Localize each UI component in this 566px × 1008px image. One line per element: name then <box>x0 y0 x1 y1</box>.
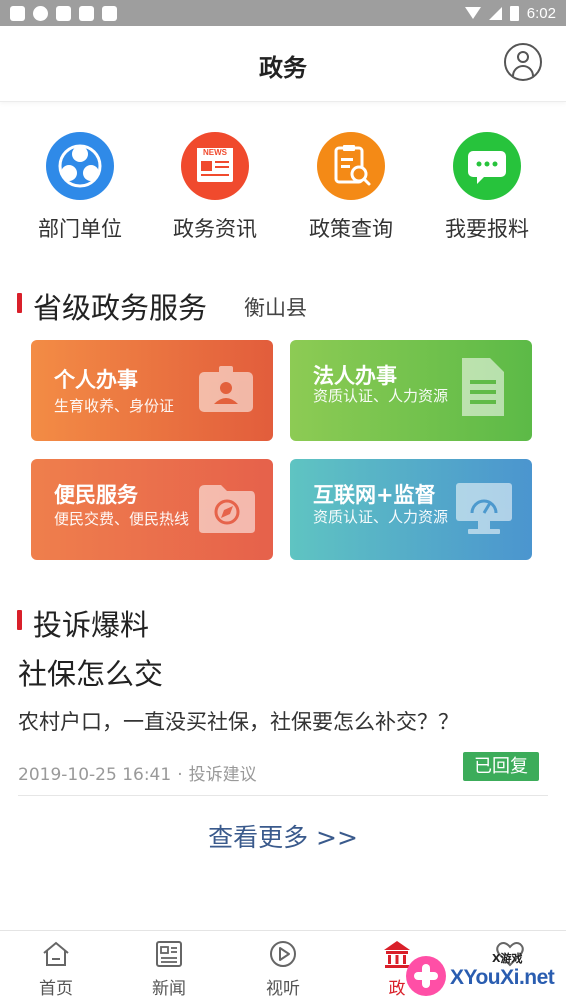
play-icon <box>268 939 298 969</box>
card-title: 个人办事 <box>54 368 138 392</box>
complaint-meta: 2019-10-25 16:41 · 投诉建议 <box>18 760 257 785</box>
meta-separator: · <box>177 765 183 785</box>
service-card-convenience[interactable]: 便民服务 便民交费、便民热线 <box>31 459 273 560</box>
home-icon <box>41 939 71 969</box>
region-selector[interactable]: 衡山县 <box>244 292 307 322</box>
app-notification-icon <box>102 5 117 21</box>
notification-icon <box>79 5 94 21</box>
wifi-icon <box>464 7 481 19</box>
card-title: 便民服务 <box>54 483 138 507</box>
section-marker <box>17 610 22 630</box>
view-more-link[interactable]: 查看更多 >> <box>0 818 566 854</box>
notification-icon <box>56 5 71 21</box>
quick-link-label: 政策查询 <box>309 217 393 241</box>
complaints-section-title: 投诉爆料 <box>33 608 150 642</box>
services-section-title: 省级政务服务 <box>33 291 208 325</box>
tab-home[interactable]: 首页 <box>16 939 96 999</box>
tab-label: 新闻 <box>152 979 186 999</box>
department-icon <box>46 132 114 200</box>
quick-link-department[interactable]: 部门单位 <box>20 132 140 243</box>
user-icon-body <box>512 65 534 76</box>
watermark-small-text: X游戏 <box>492 952 523 965</box>
status-badge: 已回复 <box>463 752 539 781</box>
tab-video[interactable]: 视听 <box>243 939 323 999</box>
service-card-corporate[interactable]: 法人办事 资质认证、人力资源 <box>290 340 532 441</box>
complaint-datetime: 2019-10-25 16:41 <box>18 765 172 785</box>
monitor-icon <box>456 483 512 534</box>
quick-link-label: 政务资讯 <box>173 217 257 241</box>
card-desc: 资质认证、人力资源 <box>313 508 449 526</box>
svg-text:NEWS: NEWS <box>203 148 228 157</box>
sync-icon <box>33 5 48 21</box>
news-icon: NEWS <box>181 132 249 200</box>
watermark-text: XYouXi.net <box>450 966 555 989</box>
complaint-body: 农村户口，一直没买社保，社保要怎么补交？？ <box>18 710 459 734</box>
signal-icon <box>488 6 502 20</box>
tab-news[interactable]: 新闻 <box>129 939 209 999</box>
tab-label: 视听 <box>266 979 300 999</box>
card-title: 互联网+监督 <box>313 483 436 507</box>
divider <box>18 795 548 796</box>
quick-link-policy[interactable]: 政策查询 <box>291 132 411 243</box>
policy-search-icon <box>317 132 385 200</box>
quick-links: 部门单位 NEWS 政务资讯 政策查询 我要报料 <box>0 132 566 252</box>
id-card-icon <box>199 366 253 412</box>
complaint-category: 投诉建议 <box>188 765 257 785</box>
page-title: 政务 <box>259 54 307 82</box>
app-header: 政务 <box>0 26 566 102</box>
tab-label: 首页 <box>39 979 73 999</box>
card-desc: 生育收养、身份证 <box>54 397 175 415</box>
notification-icons <box>10 5 117 21</box>
user-icon <box>517 51 529 63</box>
quick-link-report[interactable]: 我要报料 <box>427 132 547 243</box>
watermark-logo <box>406 956 446 996</box>
watermark: X游戏 XYouXi.net <box>400 948 566 1008</box>
user-profile-button[interactable] <box>504 43 542 81</box>
status-bar: 6:02 <box>0 0 566 26</box>
status-time: 6:02 <box>526 4 556 22</box>
document-icon <box>462 358 504 416</box>
quick-link-label: 我要报料 <box>445 217 529 241</box>
report-chat-icon <box>453 132 521 200</box>
card-desc: 资质认证、人力资源 <box>313 387 449 405</box>
complaint-title: 社保怎么交 <box>18 657 164 691</box>
card-desc: 便民交费、便民热线 <box>54 510 190 528</box>
quick-link-label: 部门单位 <box>38 217 122 241</box>
service-card-supervision[interactable]: 互联网+监督 资质认证、人力资源 <box>290 459 532 560</box>
service-card-personal[interactable]: 个人办事 生育收养、身份证 <box>31 340 273 441</box>
folder-compass-icon <box>199 485 255 533</box>
notification-icon <box>10 5 25 21</box>
section-marker <box>17 293 22 313</box>
quick-link-news[interactable]: NEWS 政务资讯 <box>155 132 275 243</box>
news-tab-icon <box>154 939 184 969</box>
battery-icon <box>509 5 519 21</box>
